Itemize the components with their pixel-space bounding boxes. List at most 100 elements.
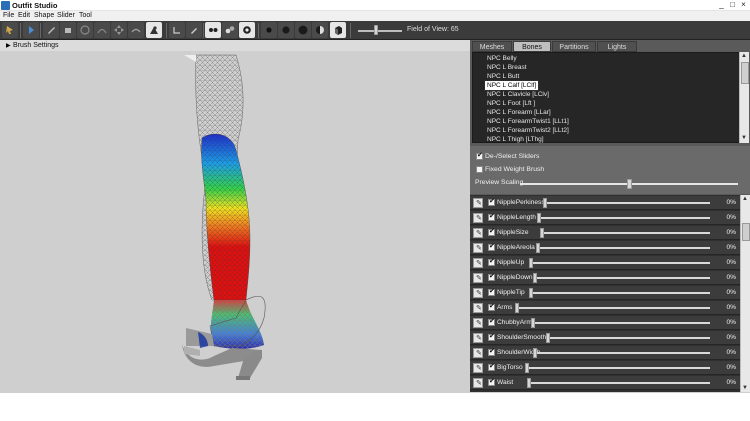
preview-scaling-slider-thumb[interactable] xyxy=(627,179,632,189)
select-tool-button[interactable] xyxy=(2,22,18,38)
toggle-lighting-button[interactable] xyxy=(222,22,238,38)
slider-thumb[interactable] xyxy=(515,303,519,313)
slider-track[interactable] xyxy=(546,337,710,339)
bone-item-npc-l-thigh[interactable]: NPC L Thigh [LThg] xyxy=(487,135,544,144)
bone-item-npc-l-butt[interactable]: NPC L Butt xyxy=(487,72,519,81)
bone-item-npc-l-calf[interactable]: NPC L Calf [LClf] xyxy=(483,80,540,91)
smooth-brush-button[interactable] xyxy=(128,22,144,38)
bone-item-npc-l-forearmtwist2[interactable]: NPC L ForearmTwist2 [LLt2] xyxy=(487,126,569,135)
pen-tool-button[interactable] xyxy=(186,22,202,38)
slider-list-scrollbar[interactable]: ▲ ▼ xyxy=(740,195,750,392)
bone-item-npc-belly[interactable]: NPC Belly xyxy=(487,54,517,63)
edit-slider-icon[interactable]: ✎ xyxy=(473,198,483,208)
edit-slider-icon[interactable]: ✎ xyxy=(473,363,483,373)
brush-size-medium-button[interactable] xyxy=(278,22,294,38)
tab-meshes[interactable]: Meshes xyxy=(472,41,512,52)
slider-checkbox[interactable]: ✔ xyxy=(488,258,495,266)
slider-row[interactable]: ✎ ✔ NipplePerkiness 0% xyxy=(470,196,740,210)
slider-thumb[interactable] xyxy=(533,348,537,358)
slider-track[interactable] xyxy=(540,232,710,234)
slider-checkbox[interactable]: ✔ xyxy=(488,318,495,326)
brush-size-small-button[interactable] xyxy=(261,22,277,38)
slider-row[interactable]: ✎ ✔ NippleUp 0% xyxy=(470,256,740,270)
bone-item-npc-l-breast[interactable]: NPC L Breast xyxy=(487,63,527,72)
deselect-sliders-checkbox[interactable]: ✔ xyxy=(476,152,483,160)
slider-row[interactable]: ✎ ✔ NippleDown 0% xyxy=(470,271,740,285)
menu-edit[interactable]: Edit xyxy=(18,12,30,19)
slider-track[interactable] xyxy=(529,262,710,264)
toggle-mask-button[interactable] xyxy=(239,22,255,38)
tab-bones[interactable]: Bones xyxy=(513,41,551,52)
bone-item-npc-l-foot[interactable]: NPC L Foot [Lft ] xyxy=(487,99,535,108)
slider-thumb[interactable] xyxy=(533,273,537,283)
edit-slider-icon[interactable]: ✎ xyxy=(473,303,483,313)
edit-slider-icon[interactable]: ✎ xyxy=(473,378,483,388)
slider-checkbox[interactable]: ✔ xyxy=(488,213,495,221)
edit-slider-icon[interactable]: ✎ xyxy=(473,243,483,253)
toggle-visibility-button[interactable] xyxy=(330,22,346,38)
slider-track[interactable] xyxy=(527,382,710,384)
edit-slider-icon[interactable]: ✎ xyxy=(473,333,483,343)
slider-track[interactable] xyxy=(543,202,710,204)
slider-row[interactable]: ✎ ✔ ShoulderSmooth 0% xyxy=(470,331,740,345)
slider-row[interactable]: ✎ ✔ NippleAreola 0% xyxy=(470,241,740,255)
slider-track[interactable] xyxy=(533,352,710,354)
slider-checkbox[interactable]: ✔ xyxy=(488,303,495,311)
slider-row[interactable]: ✎ ✔ ShoulderWidth 0% xyxy=(470,346,740,360)
weight-brush-button[interactable] xyxy=(146,22,162,38)
toggle-wireframe-button[interactable] xyxy=(205,22,221,38)
edit-slider-icon[interactable]: ✎ xyxy=(473,228,483,238)
brush-strength-button[interactable] xyxy=(312,22,328,38)
slider-track[interactable] xyxy=(533,277,710,279)
brush-settings-bar[interactable]: ▶ Brush Settings xyxy=(0,40,470,51)
slider-checkbox[interactable]: ✔ xyxy=(488,333,495,341)
slider-thumb[interactable] xyxy=(529,258,533,268)
edit-slider-icon[interactable]: ✎ xyxy=(473,273,483,283)
slider-checkbox[interactable]: ✔ xyxy=(488,273,495,281)
unmask-brush-button[interactable] xyxy=(60,22,76,38)
transform-tool-button[interactable] xyxy=(23,22,39,38)
menu-slider[interactable]: Slider xyxy=(57,12,75,19)
close-button[interactable]: × xyxy=(738,0,749,10)
menu-file[interactable]: File xyxy=(3,12,14,19)
tab-partitions[interactable]: Partitions xyxy=(552,41,596,52)
scroll-up-icon[interactable]: ▲ xyxy=(741,52,747,60)
deflate-brush-button[interactable] xyxy=(94,22,110,38)
collapse-vertex-button[interactable] xyxy=(169,22,185,38)
slider-row[interactable]: ✎ ✔ BigTorso 0% xyxy=(470,361,740,375)
3d-viewport[interactable]: ▶ Brush Settings xyxy=(0,40,470,392)
edit-slider-icon[interactable]: ✎ xyxy=(473,318,483,328)
tab-lights[interactable]: Lights xyxy=(597,41,637,52)
bone-list-scrollbar[interactable]: ▲ ▼ xyxy=(739,52,749,143)
inflate-brush-button[interactable] xyxy=(77,22,93,38)
minimize-button[interactable]: _ xyxy=(716,0,727,10)
slider-checkbox[interactable]: ✔ xyxy=(488,288,495,296)
slider-track[interactable] xyxy=(531,322,710,324)
scroll-down-icon[interactable]: ▼ xyxy=(742,384,748,392)
slider-track[interactable] xyxy=(536,247,710,249)
edit-slider-icon[interactable]: ✎ xyxy=(473,348,483,358)
bone-list[interactable]: NPC Belly NPC L Breast NPC L Butt NPC L … xyxy=(472,52,740,143)
slider-row[interactable]: ✎ ✔ Waist 0% xyxy=(470,376,740,390)
slider-checkbox[interactable]: ✔ xyxy=(488,228,495,236)
mask-brush-button[interactable] xyxy=(43,22,59,38)
slider-thumb[interactable] xyxy=(536,243,540,253)
edit-slider-icon[interactable]: ✎ xyxy=(473,213,483,223)
slider-track[interactable] xyxy=(515,307,710,309)
slider-checkbox[interactable]: ✔ xyxy=(488,348,495,356)
slider-checkbox[interactable]: ✔ xyxy=(488,363,495,371)
slider-thumb[interactable] xyxy=(529,288,533,298)
menu-shape[interactable]: Shape xyxy=(34,12,54,19)
slider-thumb[interactable] xyxy=(540,228,544,238)
bone-list-scroll-thumb[interactable] xyxy=(741,62,749,84)
scroll-down-icon[interactable]: ▼ xyxy=(741,134,747,142)
slider-checkbox[interactable]: ✔ xyxy=(488,198,495,206)
slider-list-scroll-thumb[interactable] xyxy=(742,223,750,241)
slider-track[interactable] xyxy=(525,367,710,369)
field-of-view-slider-thumb[interactable] xyxy=(374,25,378,35)
fixed-weight-brush-checkbox[interactable] xyxy=(476,166,483,173)
edit-slider-icon[interactable]: ✎ xyxy=(473,258,483,268)
slider-thumb[interactable] xyxy=(525,363,529,373)
slider-checkbox[interactable]: ✔ xyxy=(488,378,495,386)
slider-row[interactable]: ✎ ✔ ChubbyArms 0% xyxy=(470,316,740,330)
